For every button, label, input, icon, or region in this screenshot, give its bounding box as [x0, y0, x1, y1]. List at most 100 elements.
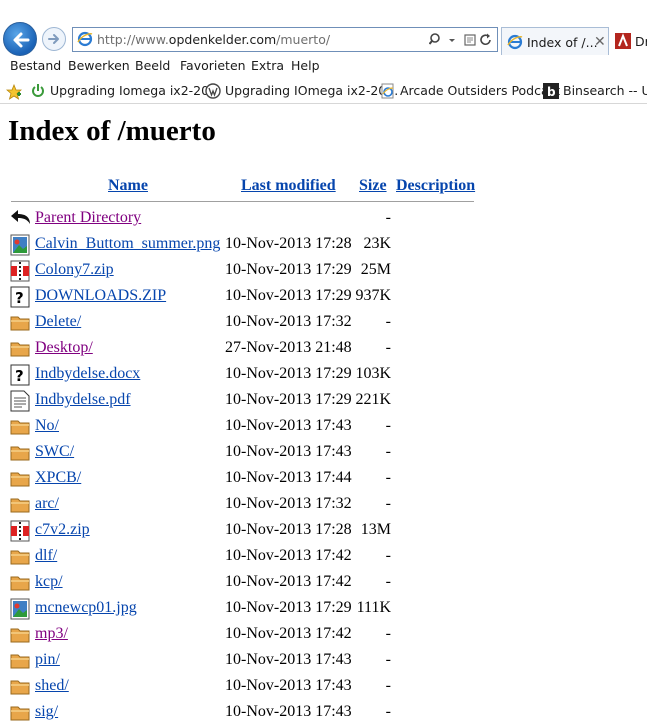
- file-size: -: [385, 573, 391, 590]
- last-modified: 10-Nov-2013 17:32: [225, 495, 352, 512]
- table-row: ? DOWNLOADS.ZIP 10-Nov-2013 17:29 937K: [0, 283, 480, 309]
- menu-favorieten[interactable]: Favorieten: [180, 58, 246, 73]
- address-bar[interactable]: http://www.opdenkelder.com/muerto/: [72, 27, 498, 52]
- column-header-last-modified[interactable]: Last modified: [241, 177, 336, 195]
- table-row: mp3/10-Nov-2013 17:42 -: [0, 621, 480, 647]
- image-icon[interactable]: [10, 598, 30, 620]
- favorites-star-icon[interactable]: [6, 84, 22, 100]
- file-link[interactable]: pin/: [35, 651, 60, 669]
- url-text[interactable]: http://www.opdenkelder.com/muerto/: [97, 32, 330, 47]
- file-link[interactable]: Indbydelse.docx: [35, 365, 140, 383]
- page-title: Index of /muerto: [8, 115, 216, 147]
- file-size: 25M: [360, 261, 391, 278]
- power-icon: [32, 84, 44, 97]
- file-link[interactable]: shed/: [35, 677, 69, 695]
- menu-bestand[interactable]: Bestand: [10, 58, 61, 73]
- file-link[interactable]: XPCB/: [35, 469, 81, 487]
- folder-icon[interactable]: [10, 416, 30, 438]
- folder-icon[interactable]: [10, 312, 30, 334]
- table-row: dlf/10-Nov-2013 17:42 -: [0, 543, 480, 569]
- tab-favicon-icon: [615, 33, 631, 49]
- folder-icon[interactable]: [10, 702, 30, 724]
- table-row: shed/10-Nov-2013 17:43 -: [0, 673, 480, 699]
- column-header-name[interactable]: Name: [108, 177, 148, 195]
- folder-icon[interactable]: [10, 676, 30, 698]
- favorites-bar: Upgrading Iomega ix2-20... Upgrading IOm…: [0, 79, 647, 104]
- file-size: -: [385, 677, 391, 694]
- wordpress-icon: [205, 83, 221, 99]
- last-modified: 10-Nov-2013 17:43: [225, 417, 352, 434]
- file-link[interactable]: Indbydelse.pdf: [35, 391, 131, 409]
- table-row: XPCB/10-Nov-2013 17:44 -: [0, 465, 480, 491]
- menu-beeld[interactable]: Beeld: [135, 58, 170, 73]
- table-row: No/10-Nov-2013 17:43 -: [0, 413, 480, 439]
- header-divider: [11, 201, 474, 202]
- tab-title: Dr: [635, 34, 647, 49]
- last-modified: 10-Nov-2013 17:43: [225, 651, 352, 668]
- menu-bewerken[interactable]: Bewerken: [68, 58, 130, 73]
- folder-icon[interactable]: [10, 468, 30, 490]
- file-link[interactable]: kcp/: [35, 573, 63, 591]
- last-modified: 10-Nov-2013 17:43: [225, 703, 352, 720]
- file-link[interactable]: Desktop/: [35, 339, 93, 357]
- compressed-icon[interactable]: [10, 260, 30, 282]
- file-link[interactable]: sig/: [35, 703, 58, 721]
- table-row: Delete/10-Nov-2013 17:32 -: [0, 309, 480, 335]
- folder-icon[interactable]: [10, 338, 30, 360]
- compatibility-view-icon[interactable]: [463, 32, 477, 48]
- back-icon[interactable]: [10, 208, 30, 230]
- column-header-description[interactable]: Description: [396, 177, 475, 195]
- file-size: -: [385, 547, 391, 564]
- file-size: 13M: [360, 521, 391, 538]
- folder-icon[interactable]: [10, 650, 30, 672]
- last-modified: 10-Nov-2013 17:42: [225, 573, 352, 590]
- file-link[interactable]: mcnewcp01.jpg: [35, 599, 137, 617]
- last-modified: 10-Nov-2013 17:32: [225, 313, 352, 330]
- menu-extra[interactable]: Extra: [251, 58, 284, 73]
- last-modified: 10-Nov-2013 17:29: [225, 599, 352, 616]
- unknown-icon[interactable]: ?: [10, 286, 30, 308]
- image-icon[interactable]: [10, 234, 30, 256]
- file-link[interactable]: Calvin_Buttom_summer.png: [35, 235, 220, 253]
- folder-icon[interactable]: [10, 546, 30, 568]
- file-link[interactable]: No/: [35, 417, 59, 435]
- unknown-icon[interactable]: ?: [10, 364, 30, 386]
- folder-icon[interactable]: [10, 624, 30, 646]
- file-link[interactable]: arc/: [35, 495, 59, 513]
- tab-active[interactable]: Index of /... ✕: [501, 27, 609, 55]
- file-link[interactable]: Delete/: [35, 313, 81, 331]
- file-size: -: [385, 495, 391, 512]
- text-icon[interactable]: [10, 390, 30, 412]
- folder-icon[interactable]: [10, 572, 30, 594]
- column-header-size[interactable]: Size: [359, 177, 387, 195]
- last-modified: 10-Nov-2013 17:42: [225, 547, 352, 564]
- tab-inactive[interactable]: Dr: [611, 27, 647, 55]
- file-link[interactable]: Parent Directory: [35, 209, 141, 227]
- file-size: -: [385, 339, 391, 356]
- file-size: -: [385, 625, 391, 642]
- file-link[interactable]: SWC/: [35, 443, 74, 461]
- chevron-down-icon[interactable]: [445, 32, 459, 48]
- search-icon[interactable]: [429, 32, 443, 48]
- file-size: -: [385, 209, 391, 226]
- compressed-icon[interactable]: [10, 520, 30, 542]
- close-tab-icon[interactable]: ✕: [594, 33, 606, 50]
- forward-button[interactable]: [42, 27, 66, 51]
- file-link[interactable]: Colony7.zip: [35, 261, 114, 279]
- file-link[interactable]: c7v2.zip: [35, 521, 90, 539]
- table-row: Indbydelse.pdf 10-Nov-2013 17:29 221K: [0, 387, 480, 413]
- svg-text:?: ?: [15, 367, 24, 385]
- file-size: 111K: [356, 599, 391, 616]
- back-button[interactable]: [3, 22, 37, 56]
- file-link[interactable]: DOWNLOADS.ZIP: [35, 287, 166, 305]
- table-row: arc/10-Nov-2013 17:32 -: [0, 491, 480, 517]
- file-link[interactable]: mp3/: [35, 625, 68, 643]
- menu-help[interactable]: Help: [291, 58, 320, 73]
- folder-icon[interactable]: [10, 494, 30, 516]
- folder-icon[interactable]: [10, 442, 30, 464]
- file-link[interactable]: dlf/: [35, 547, 57, 565]
- file-size: -: [385, 443, 391, 460]
- last-modified: 27-Nov-2013 21:48: [225, 339, 352, 356]
- table-row: SWC/10-Nov-2013 17:43 -: [0, 439, 480, 465]
- refresh-icon[interactable]: [479, 32, 493, 48]
